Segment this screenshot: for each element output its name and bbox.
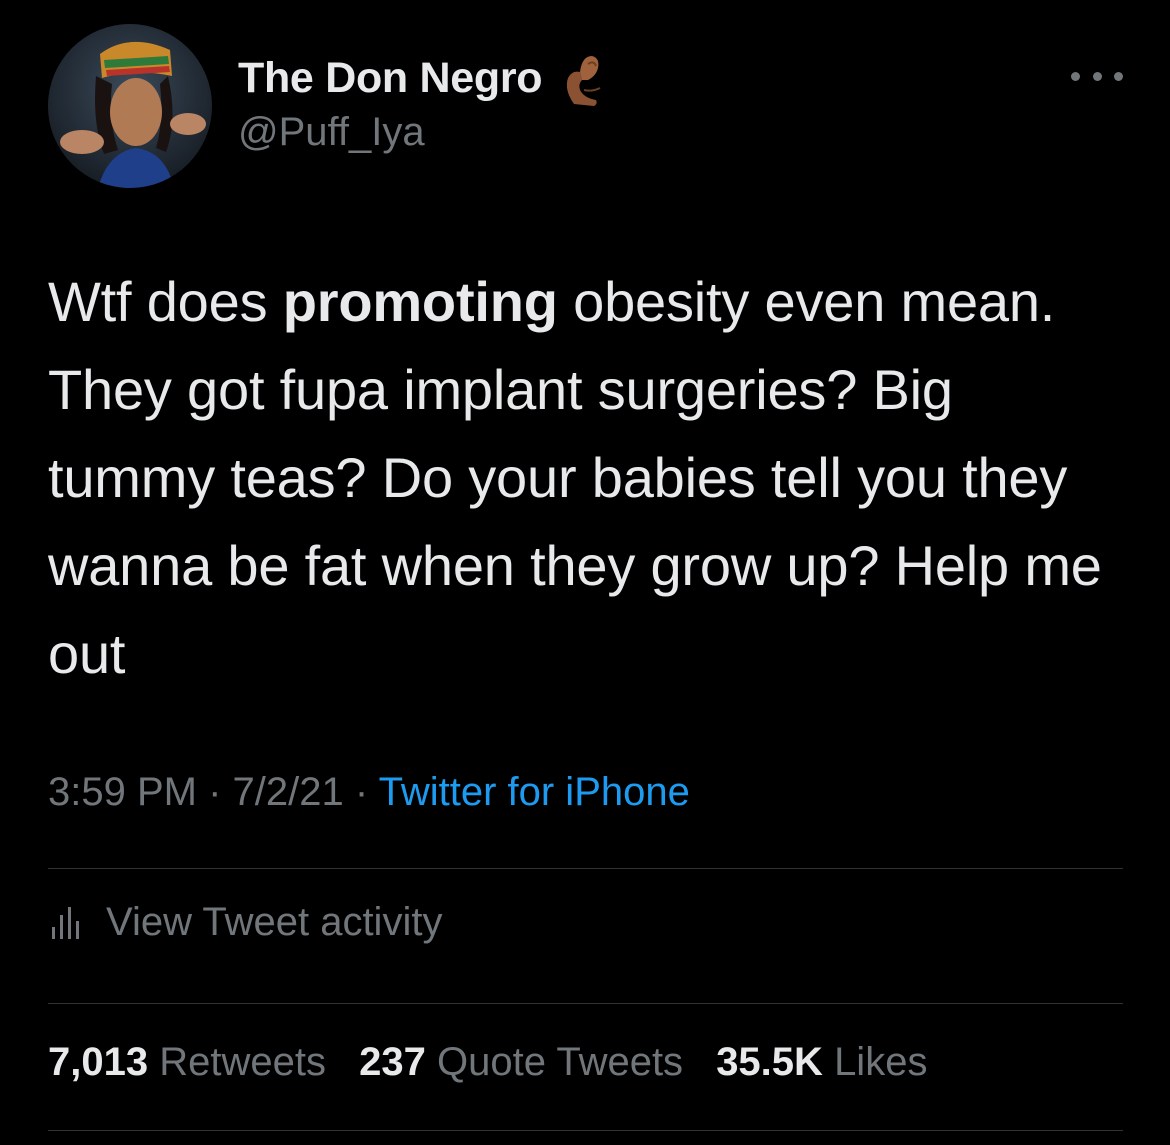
tweet-detail: The Don Negro @Puff_Iya Wtf does promoti…	[0, 0, 1170, 1145]
likes-stat[interactable]: 35.5K Likes	[716, 1040, 927, 1084]
tweet-text-start: Wtf does	[48, 270, 283, 333]
likes-count: 35.5K	[716, 1040, 823, 1084]
divider	[48, 1130, 1123, 1131]
bar-chart-icon	[52, 906, 79, 939]
quote-tweets-label: Quote Tweets	[436, 1040, 684, 1084]
view-tweet-activity-button[interactable]: View Tweet activity	[48, 900, 442, 945]
view-tweet-activity-label: View Tweet activity	[106, 900, 443, 944]
meta-separator: ·	[208, 770, 222, 814]
avatar-image	[48, 24, 212, 188]
tweet-date[interactable]: 7/2/21	[233, 770, 344, 814]
tweet-time[interactable]: 3:59 PM	[48, 770, 197, 814]
quote-tweets-count: 237	[359, 1040, 426, 1084]
more-options-icon[interactable]	[1071, 66, 1123, 86]
tweet-header: The Don Negro @Puff_Iya	[48, 24, 1123, 189]
author-handle[interactable]: @Puff_Iya	[238, 110, 612, 155]
tweet-source-link[interactable]: Twitter for iPhone	[379, 770, 690, 814]
avatar[interactable]	[48, 24, 212, 188]
pinched-fingers-emoji	[567, 56, 601, 106]
divider	[48, 1003, 1123, 1004]
more-dot	[1092, 71, 1102, 81]
display-name[interactable]: The Don Negro	[238, 54, 543, 103]
more-dot	[1071, 71, 1080, 81]
tweet-text-bold: promoting	[282, 270, 558, 333]
retweets-stat[interactable]: 7,013 Retweets	[48, 1040, 326, 1084]
tweet-stats: 7,013 Retweets 237 Quote Tweets 35.5K Li…	[48, 1040, 949, 1085]
more-dot	[1114, 71, 1123, 81]
display-name-row: The Don Negro	[238, 50, 612, 106]
likes-label: Likes	[834, 1040, 928, 1084]
divider	[48, 868, 1123, 869]
tweet-text: Wtf does promoting obesity even mean. Th…	[48, 258, 1128, 698]
meta-separator: ·	[354, 770, 369, 814]
retweets-label: Retweets	[159, 1040, 326, 1084]
author-names: The Don Negro @Puff_Iya	[238, 50, 612, 155]
tweet-meta: 3:59 PM · 7/2/21 · Twitter for iPhone	[48, 770, 690, 815]
retweets-count: 7,013	[48, 1040, 149, 1084]
quote-tweets-stat[interactable]: 237 Quote Tweets	[359, 1040, 683, 1084]
